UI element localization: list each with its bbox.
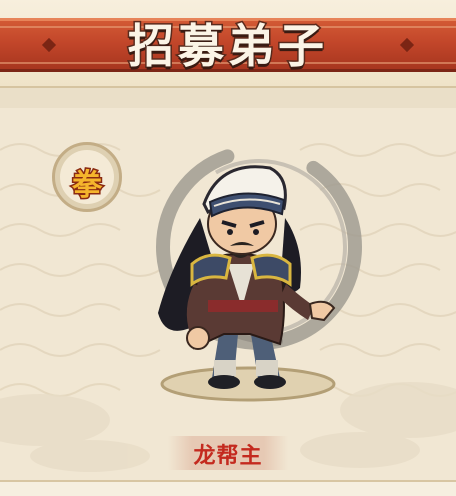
ground-platform bbox=[160, 366, 336, 402]
recruit-disciple-screen: 招募弟子 拳 龙帮主 bbox=[0, 0, 456, 496]
character-name-plate: 龙帮主 bbox=[168, 436, 288, 470]
fist-weapon-badge[interactable]: 拳 bbox=[52, 142, 122, 212]
bottom-border bbox=[0, 480, 456, 496]
character-name: 龙帮主 bbox=[193, 444, 263, 469]
badge-inner-disc: 拳 bbox=[60, 150, 114, 205]
fist-glyph-icon: 拳 bbox=[71, 167, 104, 205]
disciple-character-portrait[interactable] bbox=[130, 138, 340, 408]
